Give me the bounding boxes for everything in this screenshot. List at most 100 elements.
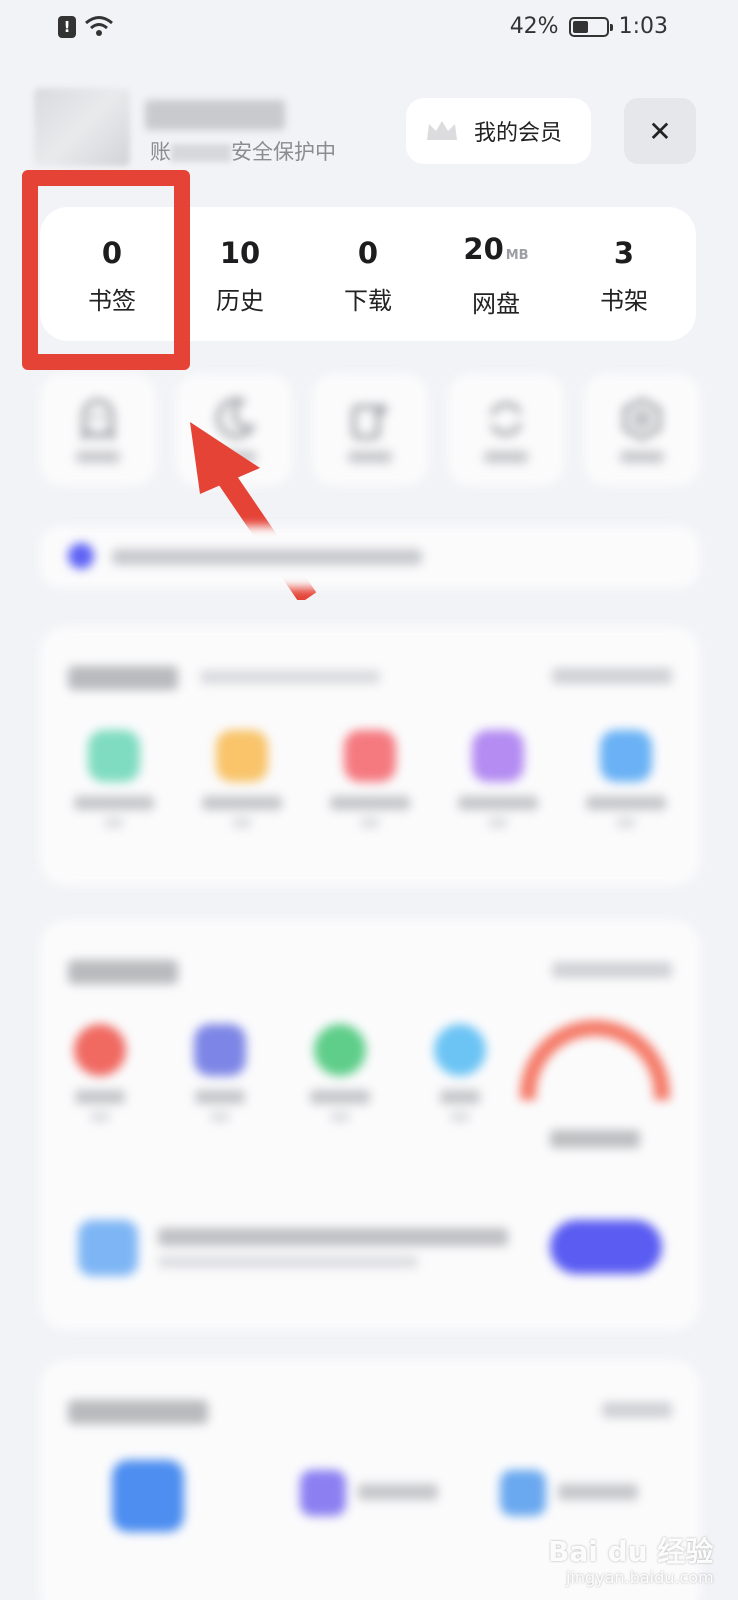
battery-percent: 42%: [509, 14, 559, 39]
promo-button[interactable]: [550, 1220, 662, 1274]
close-icon: ✕: [648, 114, 672, 148]
blurred-text: [171, 144, 231, 162]
avatar[interactable]: [34, 88, 130, 166]
grid-item[interactable]: [285, 1024, 395, 1122]
blurred-label: [310, 1090, 370, 1104]
blurred-label: [202, 796, 282, 810]
app-icon[interactable]: [300, 1470, 346, 1516]
stat-bookshelf[interactable]: 3 书架: [564, 233, 684, 316]
tools-card: [40, 920, 700, 1330]
blurred-sublabel: [232, 818, 252, 828]
promo-icon: [78, 1220, 138, 1276]
grid-item[interactable]: [443, 730, 553, 828]
blurred-promo-text: [158, 1228, 508, 1246]
username-blurred: [145, 100, 285, 130]
services-grid: [50, 730, 690, 828]
blurred-sublabel: [330, 1112, 350, 1122]
stat-value: 10: [219, 235, 261, 270]
highlight-box: [22, 170, 190, 370]
blurred-notice-text: [112, 549, 422, 565]
quick-item-sync[interactable]: [448, 374, 564, 486]
my-membership-button[interactable]: 我的会员: [406, 98, 591, 164]
subline-prefix: 账: [150, 140, 171, 164]
grid-icon: [88, 730, 140, 782]
services-card: [40, 626, 700, 886]
status-bar: ! 42% 1:03: [0, 0, 738, 60]
blurred-label: [484, 451, 528, 463]
grid-item[interactable]: [405, 1024, 515, 1122]
ghost-icon: [82, 399, 114, 441]
stat-label: 历史: [216, 286, 264, 315]
app-icon[interactable]: [112, 1460, 184, 1532]
blurred-label: [348, 451, 392, 463]
sparkle-card-icon: [352, 401, 390, 439]
close-button[interactable]: ✕: [624, 98, 696, 164]
quick-item-settings[interactable]: [584, 374, 700, 486]
stat-label: 下载: [344, 286, 392, 315]
stat-value: 0: [357, 235, 379, 270]
blurred-sublabel: [104, 818, 124, 828]
grid-icon: [472, 730, 524, 782]
quick-actions-row: [40, 374, 700, 486]
blurred-gauge-label: [550, 1130, 640, 1148]
baidu-jingyan-watermark: Bai du 经验: [548, 1535, 714, 1568]
blurred-label: [74, 796, 154, 810]
blurred-label: [330, 796, 410, 810]
tools-grid: [40, 1024, 520, 1122]
folder-icon: [216, 730, 268, 782]
quick-item-incognito[interactable]: [40, 374, 156, 486]
grid-icon: [314, 1024, 366, 1076]
grid-icon: [600, 730, 652, 782]
app-icon[interactable]: [500, 1470, 546, 1516]
notice-icon: [68, 543, 94, 569]
notice-bar[interactable]: [40, 526, 700, 588]
blurred-sublabel: [90, 1112, 110, 1122]
blurred-sublabel: [360, 818, 380, 828]
stat-label: 书架: [600, 286, 648, 315]
blurred-sublabel: [210, 1112, 230, 1122]
stat-unit: MB: [505, 248, 529, 263]
settings-hexagon-icon: [623, 397, 661, 441]
grid-item[interactable]: [59, 730, 169, 828]
stat-cloud-drive[interactable]: 20 MB 网盘: [436, 229, 556, 319]
grid-item[interactable]: [571, 730, 681, 828]
stat-history[interactable]: 10 历史: [180, 233, 300, 316]
stat-downloads[interactable]: 0 下载: [308, 233, 428, 316]
blurred-more-link[interactable]: [552, 668, 672, 684]
grid-icon: [74, 1024, 126, 1076]
subline-suffix: 安全保护中: [231, 140, 336, 164]
grid-item[interactable]: [187, 730, 297, 828]
watermark-url: jingyan.baidu.com: [566, 1568, 714, 1587]
blurred-label: [586, 796, 666, 810]
stat-value: 20: [463, 232, 504, 266]
grid-item[interactable]: [165, 1024, 275, 1122]
crown-icon: [427, 121, 457, 140]
stat-label: 网盘: [472, 290, 520, 318]
blurred-label: [76, 451, 120, 463]
blurred-label: [195, 1090, 245, 1104]
stat-value: 3: [613, 235, 635, 270]
blurred-card-title: [68, 960, 178, 984]
membership-label: 我的会员: [474, 121, 563, 146]
blurred-label: [558, 1484, 638, 1500]
account-security-text: 账 安全保护中: [150, 136, 336, 166]
storage-gauge: [520, 1020, 670, 1100]
quick-item-card[interactable]: [312, 374, 428, 486]
blurred-label: [458, 796, 538, 810]
grid-item[interactable]: [315, 730, 425, 828]
blurred-sublabel: [450, 1112, 470, 1122]
blurred-card-subtitle: [200, 670, 380, 684]
wifi-icon: [85, 16, 113, 36]
grid-item[interactable]: [45, 1024, 155, 1122]
blurred-more-link[interactable]: [552, 962, 672, 978]
blurred-label: [440, 1090, 480, 1104]
battery-icon: [568, 16, 613, 37]
grid-icon: [434, 1024, 486, 1076]
blurred-sublabel: [488, 818, 508, 828]
blurred-card-title: [68, 666, 178, 690]
grid-icon: [194, 1024, 246, 1076]
alert-icon: !: [58, 16, 76, 38]
blurred-label: [75, 1090, 125, 1104]
blurred-more-link[interactable]: [602, 1402, 672, 1418]
blurred-label: [620, 451, 664, 463]
